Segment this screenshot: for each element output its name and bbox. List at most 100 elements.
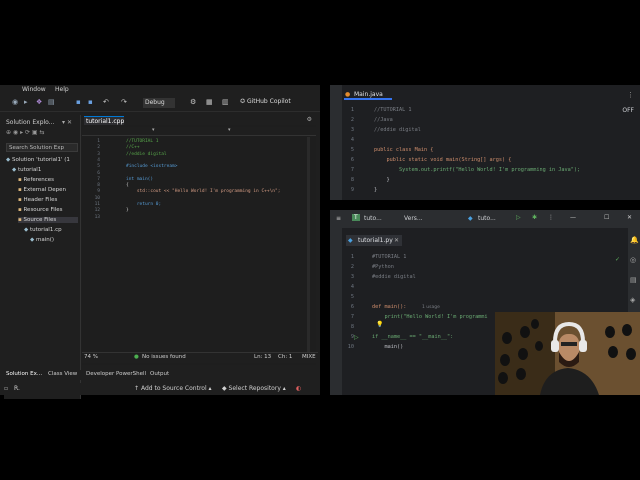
repo-icon: ◆ (222, 385, 227, 392)
line-number: 9 (97, 189, 100, 195)
line-number: 3 (350, 274, 354, 280)
code-line: //eddie digital (374, 127, 421, 133)
maximize-icon[interactable]: ☐ (604, 214, 609, 221)
tab-class-view[interactable]: Class View (48, 371, 77, 377)
add-to-source-control[interactable]: ↑ Add to Source Control ▴ (134, 385, 212, 392)
pin-icon[interactable]: ▾ ✕ (62, 119, 72, 126)
tree-item[interactable]: ◆ main() (30, 237, 78, 243)
tool2-icon[interactable]: ▥ (222, 98, 229, 106)
notification-icon[interactable]: ◐ (296, 385, 301, 392)
code-line: System.out.printf("Hello World! I'm prog… (374, 167, 581, 173)
code-line: def main(): (372, 304, 407, 310)
inspection-ok-icon[interactable]: ✓ (615, 256, 620, 263)
main-menu-icon[interactable]: ≡ (336, 215, 341, 222)
vs-tab-row: tutorial1.cpp ✕ ⚙ (82, 115, 316, 134)
usage-hint[interactable]: 1 usage (422, 305, 440, 310)
copilot-icon: ✪ (240, 98, 246, 105)
menu-help[interactable]: Help (55, 86, 69, 93)
line-number: 9 (350, 334, 354, 340)
tree-item-label: External Depen (23, 187, 67, 193)
tab-label: Main.java (354, 91, 383, 98)
arrow-up-icon: ↑ (134, 385, 140, 392)
nav-back-icon[interactable]: ◉ (12, 98, 18, 106)
menu-window[interactable]: Window (22, 86, 46, 93)
issues-status[interactable]: No issues found (142, 354, 186, 360)
copilot-button[interactable]: ✪ GitHub Copilot (240, 98, 291, 105)
tree-item[interactable]: ▪ Resource Files (18, 207, 78, 213)
line-number: 8 (350, 177, 354, 183)
code-line: //eddie digital (126, 151, 167, 157)
notifications-icon[interactable]: 🔔 (630, 236, 639, 244)
line-number: 6 (350, 157, 354, 163)
code-line: } (374, 177, 390, 183)
tree-item[interactable]: ▪ Source Files (18, 217, 78, 223)
redo-icon[interactable]: ↷ (121, 98, 127, 106)
line-number: 3 (350, 127, 354, 133)
more-icon[interactable]: ⋮ (627, 91, 634, 99)
db-tool-icon[interactable]: ▤ (630, 276, 637, 284)
close-icon[interactable]: ✕ (394, 235, 399, 246)
platform-icon[interactable]: ⚙ (190, 98, 196, 106)
tree-item[interactable]: ▪ External Depen (18, 187, 78, 193)
tool-icon[interactable]: ▦ (206, 98, 213, 106)
nav-dropdown2-icon[interactable]: ▾ (228, 127, 231, 133)
line-number: 1 (97, 139, 100, 144)
tree-item-label: Source Files (23, 217, 57, 223)
lightbulb-icon[interactable]: 💡 (376, 321, 383, 328)
undo-icon[interactable]: ↶ (103, 98, 109, 106)
tree-item-label: Header Files (23, 197, 58, 203)
code-line: public static void main(String[] args) { (374, 157, 512, 163)
nav-dropdown-icon[interactable]: ▾ (152, 127, 155, 133)
project-badge-icon: T (352, 214, 360, 221)
code-line: #TUTORIAL 1 (372, 254, 407, 260)
tab-output[interactable]: Output (150, 371, 169, 377)
tab-solution-explorer[interactable]: Solution Ex... (6, 371, 42, 377)
code-line: //Java (374, 117, 393, 123)
solution-explorer-panel: Solution Explo... ▾ ✕ ⊕ ◉ ▸ ⟳ ▣ ⇆ Search… (4, 115, 81, 399)
more-actions-icon[interactable]: ⋮ (548, 214, 554, 221)
zoom-level[interactable]: 74 % (84, 354, 98, 360)
settings-icon[interactable]: ⚙ (307, 116, 312, 123)
new-item-icon[interactable]: ❖ (36, 98, 42, 106)
code-line: #eddie digital (372, 274, 416, 280)
close-window-icon[interactable]: ✕ (627, 214, 632, 221)
run-icon[interactable]: ▷ (516, 214, 521, 221)
tab-tutorial1-cpp[interactable]: tutorial1.cpp ✕ (84, 116, 124, 134)
code-line: int main() (126, 176, 154, 182)
database-icon[interactable]: ◎ (630, 256, 636, 264)
select-repository[interactable]: ◆ Select Repository ▴ (222, 385, 286, 392)
tree-item[interactable]: ◆ tutorial1.cp (24, 227, 78, 233)
status-text: R. (14, 385, 20, 392)
tree-item[interactable]: ▪ References (18, 177, 78, 183)
tree-item[interactable]: ◆ tutorial1 (12, 167, 78, 173)
folder-icon[interactable]: ▤ (48, 98, 55, 106)
line-number: 7 (350, 167, 354, 173)
project-selector[interactable]: tuto... (364, 215, 382, 222)
run-gutter-icon[interactable]: ▷ (354, 334, 359, 341)
tab-tutorial1-py[interactable]: ◆ tutorial1.py ✕ (346, 235, 402, 246)
copilot-label: GitHub Copilot (246, 98, 291, 105)
line-number: 8 (97, 183, 100, 189)
save-icon[interactable]: ▪ (76, 98, 81, 106)
column-number: Ch: 1 (278, 354, 293, 360)
minimize-icon[interactable]: — (570, 214, 576, 221)
tab-developer-powershell[interactable]: Developer PowerShell (86, 371, 146, 377)
tree-item[interactable]: ▪ Header Files (18, 197, 78, 203)
line-number: 2 (350, 264, 354, 270)
nav-forward-icon[interactable]: ▸ (24, 98, 28, 106)
ai-assistant-icon[interactable]: ◈ (630, 296, 635, 304)
tree-item[interactable]: ◆ Solution 'tutorial1' (1 (6, 157, 78, 163)
scrollbar[interactable] (307, 137, 310, 357)
vcs-selector[interactable]: Vers... (404, 215, 423, 222)
run-config-selector[interactable]: tuto... (478, 215, 496, 222)
code-line: #include <iostream> (126, 164, 178, 170)
check-icon: ● (134, 354, 139, 360)
inlay-off-badge[interactable]: OFF (622, 107, 634, 114)
solution-search-input[interactable]: Search Solution Exp (6, 143, 78, 152)
code-line: if __name__ == "__main__": (372, 334, 454, 340)
solution-config-select[interactable]: Debug (143, 98, 175, 108)
tab-main-java[interactable]: ● Main.java (344, 90, 392, 100)
java-file-icon: ● (345, 91, 351, 98)
debug-icon[interactable]: ✱ (532, 214, 537, 221)
save-all-icon[interactable]: ▪ (88, 98, 93, 106)
